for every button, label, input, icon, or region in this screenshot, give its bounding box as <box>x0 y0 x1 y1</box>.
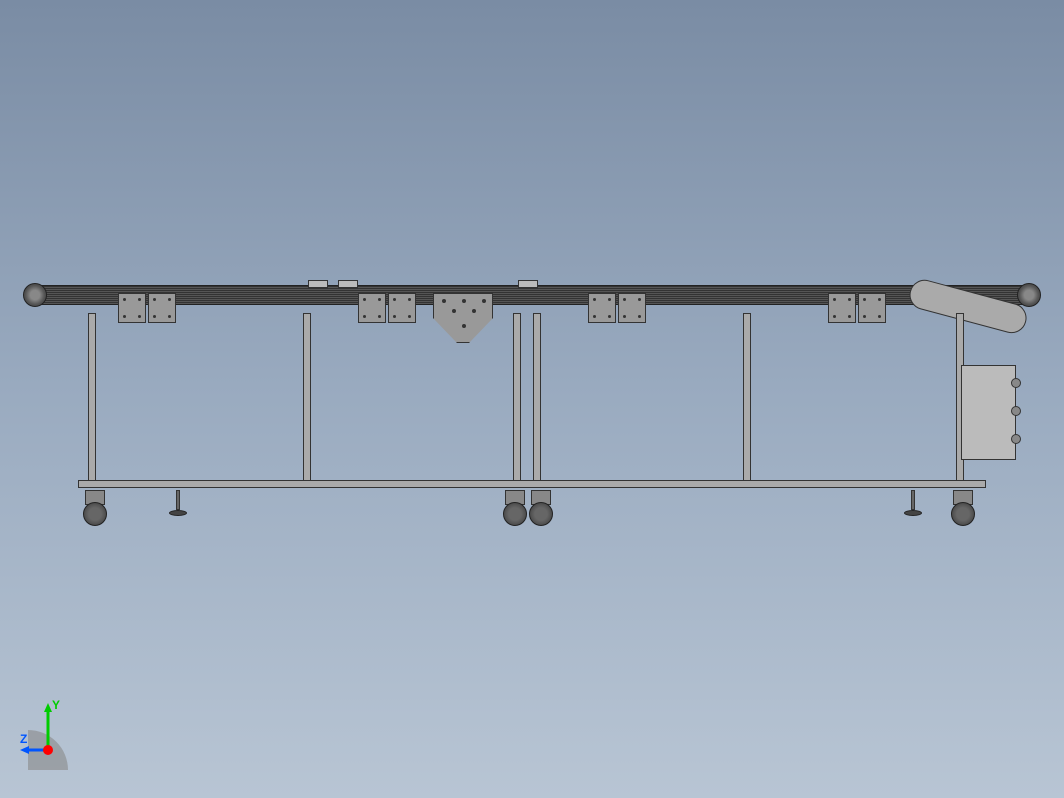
axis-z-label: Z <box>20 732 27 746</box>
caster-wheel <box>526 490 556 525</box>
center-hanger-plate <box>433 293 493 343</box>
caster-wheel <box>80 490 110 525</box>
leg-bracket <box>358 293 386 323</box>
leveling-foot <box>168 490 188 520</box>
idler-pulley-left <box>23 283 47 307</box>
leg-bracket <box>388 293 416 323</box>
leg-bracket <box>858 293 886 323</box>
leg-bracket <box>118 293 146 323</box>
caster-wheel <box>948 490 978 525</box>
frame-leg <box>88 313 96 488</box>
control-knob <box>1011 406 1021 416</box>
frame-leg <box>513 313 521 488</box>
top-clip <box>518 280 538 288</box>
drive-pulley-right <box>1017 283 1041 307</box>
frame-leg <box>533 313 541 488</box>
axis-y-label: Y <box>52 698 60 712</box>
top-clip <box>338 280 358 288</box>
frame-leg <box>743 313 751 488</box>
conveyor-assembly <box>28 285 1036 535</box>
top-clip <box>308 280 328 288</box>
lower-frame-rail <box>78 480 986 488</box>
axis-triad: Y Z <box>20 698 100 778</box>
control-knob <box>1011 434 1021 444</box>
frame-leg <box>303 313 311 488</box>
control-box <box>961 365 1016 460</box>
leg-bracket <box>618 293 646 323</box>
control-knob <box>1011 378 1021 388</box>
leg-bracket <box>828 293 856 323</box>
leveling-foot <box>903 490 923 520</box>
leg-bracket <box>588 293 616 323</box>
leg-bracket <box>148 293 176 323</box>
